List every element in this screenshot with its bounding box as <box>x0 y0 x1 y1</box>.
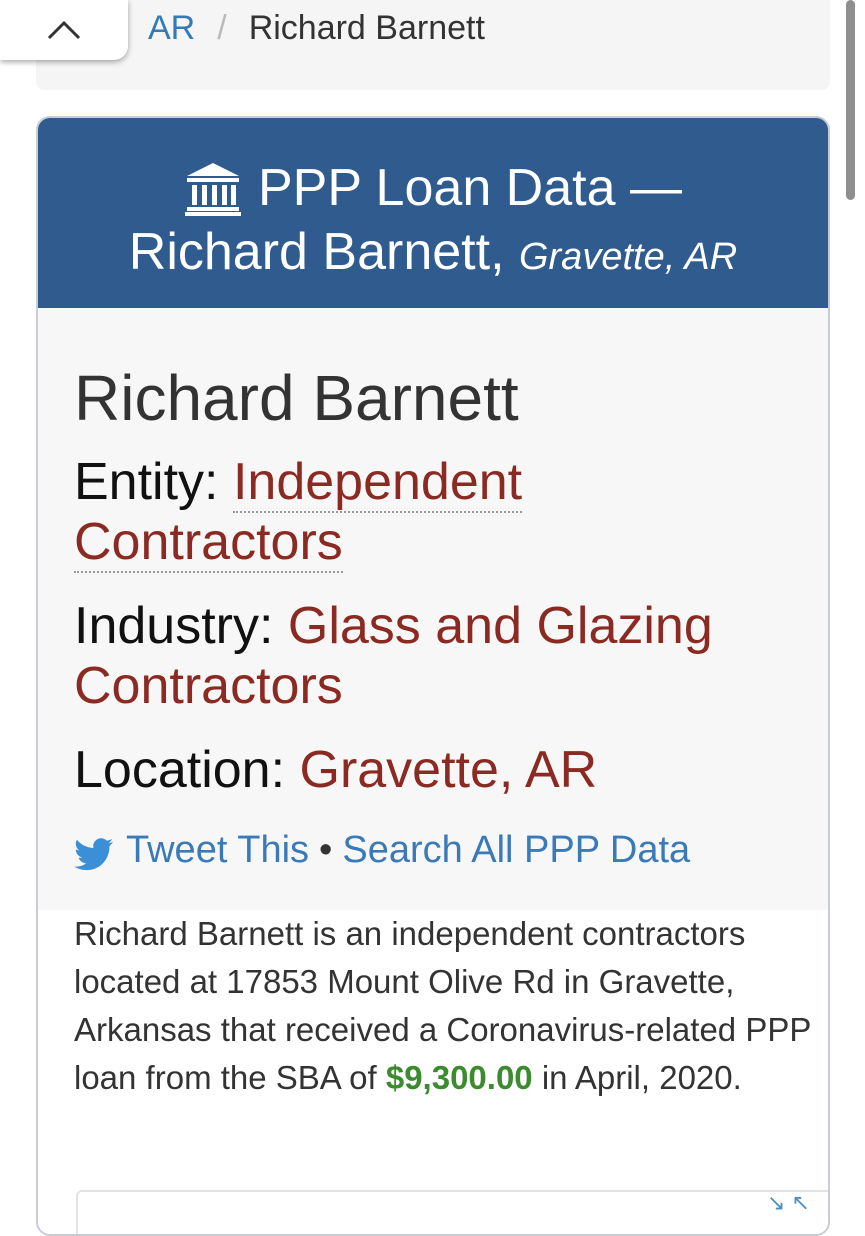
industry-label: Industry: <box>74 597 274 655</box>
entity-row: Entity: Independent Contractors <box>74 452 804 573</box>
entity-label: Entity: <box>74 453 219 511</box>
business-name: Richard Barnett <box>74 362 519 434</box>
heading-title-row: PPP Loan Data — <box>38 158 828 218</box>
breadcrumb-current: Richard Barnett <box>248 9 485 47</box>
breadcrumb-state-link[interactable]: AR <box>148 9 195 47</box>
expand-icon[interactable]: ↘ ↖ <box>767 1190 810 1216</box>
location-label: Location: <box>74 741 286 799</box>
bank-icon <box>185 163 241 216</box>
loan-panel: PPP Loan Data — Richard Barnett, Gravett… <box>36 116 830 1236</box>
panel-body: Richard Barnett Entity: Independent Cont… <box>38 308 828 910</box>
chevron-up-icon <box>47 20 81 40</box>
description-text-end: in April, 2020. <box>532 1059 742 1096</box>
breadcrumb: AR / Richard Barnett <box>36 0 830 90</box>
tweet-link[interactable]: Tweet This <box>126 828 309 872</box>
share-row: Tweet This • Search All PPP Data <box>74 828 690 872</box>
next-section-box: ↘ ↖ <box>76 1190 828 1234</box>
heading-subtitle: Richard Barnett, Gravette, AR <box>38 220 828 289</box>
panel-heading: PPP Loan Data — Richard Barnett, Gravett… <box>38 118 828 308</box>
location-row: Location: Gravette, AR <box>74 740 804 800</box>
heading-business-name: Richard Barnett, <box>128 223 505 281</box>
scroll-up-button[interactable] <box>0 0 128 60</box>
page-scrollbar[interactable] <box>846 0 855 200</box>
location-value[interactable]: Gravette, AR <box>300 741 598 799</box>
breadcrumb-trail: AR / Richard Barnett <box>148 6 485 50</box>
search-all-link[interactable]: Search All PPP Data <box>342 828 690 872</box>
loan-description: Richard Barnett is an independent contra… <box>74 910 814 1102</box>
heading-title: PPP Loan Data — <box>258 159 682 217</box>
twitter-icon[interactable] <box>74 838 114 872</box>
loan-amount: $9,300.00 <box>385 1059 533 1096</box>
industry-row: Industry: Glass and Glazing Contractors <box>74 596 804 716</box>
breadcrumb-separator: / <box>217 9 227 47</box>
share-separator: • <box>319 829 333 871</box>
heading-location: Gravette, AR <box>518 236 738 278</box>
